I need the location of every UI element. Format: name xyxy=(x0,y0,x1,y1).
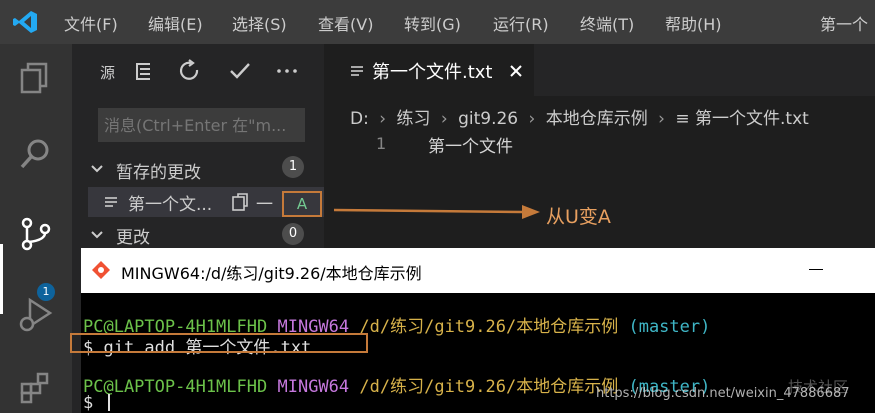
command-highlight-box xyxy=(70,333,368,353)
activity-bar: 1 xyxy=(0,44,72,413)
explorer-icon[interactable] xyxy=(18,60,54,96)
close-icon[interactable] xyxy=(508,63,524,79)
menu-go[interactable]: 转到(G) xyxy=(404,11,461,35)
menu-edit[interactable]: 编辑(E) xyxy=(148,11,203,35)
input-prompt: $ xyxy=(83,393,94,413)
git-bash-icon xyxy=(92,261,110,279)
prompt-user: PC@LAPTOP-4H1MLFHD xyxy=(83,377,268,397)
code-line[interactable]: 第一个文件 xyxy=(428,132,513,157)
menu-help[interactable]: 帮助(H) xyxy=(665,11,722,35)
breadcrumb-file[interactable]: 第一个文件.txt xyxy=(695,109,809,129)
extensions-icon[interactable] xyxy=(18,370,54,406)
annotation-arrow xyxy=(334,205,540,219)
menu-run[interactable]: 运行(R) xyxy=(493,11,549,35)
commit-message-input[interactable] xyxy=(98,108,305,142)
active-indicator xyxy=(0,244,3,314)
vscode-logo-icon xyxy=(13,11,37,33)
view-as-list-icon[interactable] xyxy=(130,58,156,84)
minimize-button[interactable] xyxy=(809,269,823,270)
changes-count-badge: 0 xyxy=(282,223,304,245)
menu-selection[interactable]: 选择(S) xyxy=(232,11,287,35)
unstage-action[interactable]: 一 xyxy=(256,190,273,215)
terminal-input-line[interactable]: $ xyxy=(83,393,110,413)
watermark: https://blog.csdn.net/weixin_47886687 xyxy=(596,386,850,401)
breadcrumb-folder[interactable]: 本地仓库示例 xyxy=(546,109,648,129)
breadcrumb: D: › 练习 › git9.26 › 本地仓库示例 › ≡ 第一个文件.txt xyxy=(350,104,809,129)
staged-count-badge: 1 xyxy=(282,156,304,178)
prompt-shell: MINGW64 xyxy=(277,377,350,397)
chevron-down-icon[interactable] xyxy=(90,162,104,176)
search-icon[interactable] xyxy=(18,136,54,172)
menu-file[interactable]: 文件(F) xyxy=(64,11,118,35)
chevron-right-icon: › xyxy=(440,109,448,129)
breadcrumb-folder[interactable]: 练习 xyxy=(396,109,430,129)
open-file-icon[interactable] xyxy=(230,192,250,212)
chevron-down-icon[interactable] xyxy=(90,228,104,242)
panel-title: 源 xyxy=(100,64,116,82)
run-debug-icon[interactable] xyxy=(18,296,54,332)
menu-terminal[interactable]: 终端(T) xyxy=(580,11,634,35)
more-actions-icon[interactable] xyxy=(274,58,300,84)
text-cursor xyxy=(107,394,110,411)
staged-file-name: 第一个文... xyxy=(128,195,213,215)
tab-first-file[interactable]: 第一个文件.txt xyxy=(324,44,534,96)
chevron-right-icon: › xyxy=(528,109,536,129)
prompt-path: /d/练习/git9.26/本地仓库示例 xyxy=(359,317,619,337)
breadcrumb-drive[interactable]: D: xyxy=(350,109,369,129)
window-title: 第一个 xyxy=(820,15,869,34)
commit-check-icon[interactable] xyxy=(227,58,253,84)
terminal-titlebar: MINGW64:/d/练习/git9.26/本地仓库示例 xyxy=(81,248,875,293)
text-file-icon xyxy=(105,197,117,207)
menu-view[interactable]: 查看(V) xyxy=(318,11,373,35)
menu-bar: 文件(F) 编辑(E) 选择(S) 查看(V) 转到(G) 运行(R) 终端(T… xyxy=(0,0,875,44)
breadcrumb-folder[interactable]: git9.26 xyxy=(458,109,518,129)
chevron-right-icon: › xyxy=(658,109,665,129)
terminal-title: MINGW64:/d/练习/git9.26/本地仓库示例 xyxy=(121,264,422,283)
refresh-icon[interactable] xyxy=(177,58,203,84)
line-number: 1 xyxy=(376,134,387,153)
staged-changes-label[interactable]: 暂存的更改 xyxy=(116,158,201,183)
prompt-branch: (master) xyxy=(628,317,711,337)
text-file-icon xyxy=(351,66,363,76)
chevron-right-icon: › xyxy=(379,109,387,129)
prompt-path: /d/练习/git9.26/本地仓库示例 xyxy=(359,377,619,397)
annotation-label: 从U变A xyxy=(546,206,611,228)
file-status-added: A xyxy=(282,191,322,217)
changes-label[interactable]: 更改 xyxy=(116,223,150,248)
tab-strip xyxy=(534,44,875,96)
source-control-icon[interactable] xyxy=(18,216,54,252)
text-file-icon: ≡ xyxy=(675,109,690,129)
tab-label: 第一个文件.txt xyxy=(372,62,493,83)
